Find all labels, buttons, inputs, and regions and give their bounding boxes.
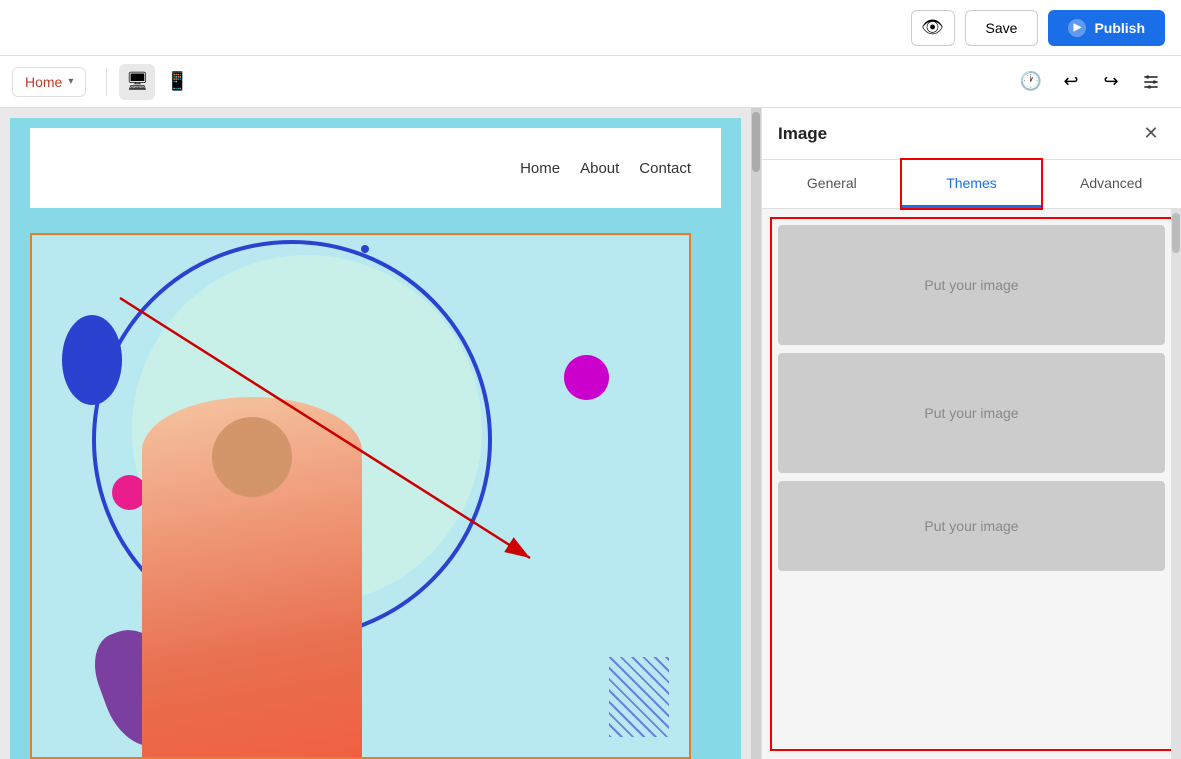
panel-scrollbar[interactable]	[1171, 209, 1181, 759]
canvas-scrollbar-thumb	[752, 112, 760, 172]
tab-advanced-label: Advanced	[1080, 175, 1142, 191]
theme-card-1[interactable]: Put your image	[778, 225, 1165, 345]
panel-close-button[interactable]: ✕	[1137, 120, 1165, 148]
theme-card-3[interactable]: Put your image	[778, 481, 1165, 571]
nav-contact[interactable]: Contact	[639, 160, 691, 177]
main-layout: Home About Contact	[0, 108, 1181, 759]
person-image	[142, 397, 362, 757]
chevron-down-icon: ▾	[68, 76, 73, 87]
theme-card-3-label: Put your image	[924, 518, 1018, 534]
home-label: Home	[25, 74, 62, 90]
publish-label: Publish	[1094, 20, 1145, 36]
right-panel: Image ✕ General Themes Advanced	[761, 108, 1181, 759]
canvas-scrollbar[interactable]	[751, 108, 761, 759]
redo-icon: ↪	[1103, 71, 1118, 92]
desktop-view-button[interactable]: 🖥	[119, 64, 155, 100]
theme-card-2-label: Put your image	[924, 405, 1018, 421]
publish-icon: ▶	[1068, 19, 1086, 37]
website-preview: Home About Contact	[10, 118, 741, 759]
nav-section: Home About Contact	[30, 128, 721, 208]
diagonal-lines-shape	[609, 657, 669, 737]
tab-general[interactable]: General	[762, 160, 902, 208]
redo-button[interactable]: ↪	[1093, 64, 1129, 100]
tab-themes[interactable]: Themes	[902, 160, 1042, 208]
image-element[interactable]	[30, 233, 691, 759]
undo-button[interactable]: ↩	[1053, 64, 1089, 100]
save-button[interactable]: Save	[965, 10, 1039, 46]
panel-scrollbar-thumb	[1172, 213, 1180, 253]
tablet-icon: 📱	[166, 71, 188, 92]
panel-header: Image ✕	[762, 108, 1181, 160]
panel-content: Put your image Put your image Put your i…	[762, 209, 1181, 759]
divider	[106, 68, 107, 96]
panel-tabs: General Themes Advanced	[762, 160, 1181, 209]
theme-card-1-label: Put your image	[924, 277, 1018, 293]
canvas-area[interactable]: Home About Contact	[0, 108, 761, 759]
nav-home[interactable]: Home	[520, 160, 560, 177]
settings-icon	[1141, 72, 1161, 92]
tab-general-label: General	[807, 175, 857, 191]
panel-title: Image	[778, 124, 827, 144]
blue-dot	[361, 245, 369, 253]
tab-themes-label: Themes	[946, 175, 997, 191]
magenta-circle-shape	[564, 355, 609, 400]
history-icon: 🕐	[1020, 71, 1042, 92]
content-red-border: Put your image Put your image Put your i…	[770, 217, 1173, 751]
top-bar: 👁 Save ▶ Publish	[0, 0, 1181, 56]
page-selector[interactable]: Home ▾	[12, 67, 86, 97]
blue-oval-shape	[62, 315, 122, 405]
nav-about[interactable]: About	[580, 160, 619, 177]
eye-icon: 👁	[921, 17, 944, 38]
desktop-icon: 🖥	[126, 71, 149, 92]
history-button[interactable]: 🕐	[1013, 64, 1049, 100]
preview-button[interactable]: 👁	[911, 10, 955, 46]
close-icon: ✕	[1143, 123, 1158, 144]
tablet-view-button[interactable]: 📱	[159, 64, 195, 100]
tab-advanced[interactable]: Advanced	[1041, 160, 1181, 208]
settings-button[interactable]	[1133, 64, 1169, 100]
publish-button[interactable]: ▶ Publish	[1048, 10, 1165, 46]
theme-card-2[interactable]: Put your image	[778, 353, 1165, 473]
undo-icon: ↩	[1063, 71, 1078, 92]
toolbar: Home ▾ 🖥 📱 🕐 ↩ ↪	[0, 56, 1181, 108]
